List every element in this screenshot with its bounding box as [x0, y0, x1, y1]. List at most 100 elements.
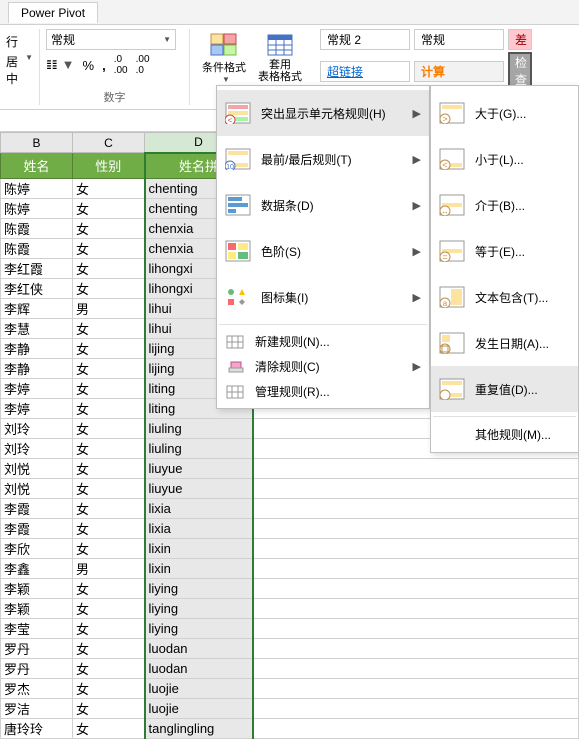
- cell-empty[interactable]: [253, 539, 579, 559]
- cell-name[interactable]: 李莹: [1, 619, 73, 639]
- cell-name[interactable]: 罗杰: [1, 679, 73, 699]
- cell-pinyin[interactable]: lixia: [145, 519, 253, 539]
- table-row[interactable]: 李颖女liying: [1, 599, 579, 619]
- cell-name[interactable]: 陈婷: [1, 199, 73, 219]
- table-row[interactable]: 唐玲玲女tanglingling: [1, 719, 579, 739]
- cell-gender[interactable]: 女: [73, 679, 145, 699]
- cell-name[interactable]: 李静: [1, 339, 73, 359]
- currency-icon[interactable]: 𝌮▼: [46, 57, 75, 73]
- cell-pinyin[interactable]: luojie: [145, 699, 253, 719]
- menu-clear-rules[interactable]: 清除规则(C) ▶: [217, 354, 429, 379]
- table-row[interactable]: 罗杰女luojie: [1, 679, 579, 699]
- cell-pinyin[interactable]: lixin: [145, 539, 253, 559]
- menu-less-than[interactable]: < 小于(L)...: [431, 136, 578, 182]
- cell-empty[interactable]: [253, 519, 579, 539]
- cell-gender[interactable]: 女: [73, 259, 145, 279]
- cell-name[interactable]: 罗洁: [1, 699, 73, 719]
- menu-top-bottom-rules[interactable]: 10 最前/最后规则(T) ▶: [217, 136, 429, 182]
- cell-gender[interactable]: 女: [73, 519, 145, 539]
- table-row[interactable]: 李莹女liying: [1, 619, 579, 639]
- decrease-decimal-icon[interactable]: .00.0: [136, 54, 150, 76]
- table-row[interactable]: 罗丹女luodan: [1, 659, 579, 679]
- cell-name[interactable]: 李颖: [1, 579, 73, 599]
- cell-name[interactable]: 李慧: [1, 319, 73, 339]
- cell-empty[interactable]: [253, 559, 579, 579]
- cell-pinyin[interactable]: luodan: [145, 659, 253, 679]
- cell-name[interactable]: 李辉: [1, 299, 73, 319]
- style-bad[interactable]: 差: [508, 29, 532, 50]
- cell-gender[interactable]: 女: [73, 659, 145, 679]
- cell-gender[interactable]: 男: [73, 299, 145, 319]
- menu-duplicate-values[interactable]: 重复值(D)...: [431, 366, 578, 412]
- comma-icon[interactable]: ,: [102, 58, 106, 73]
- menu-more-rules[interactable]: 其他规则(M)...: [431, 421, 578, 448]
- cell-gender[interactable]: 女: [73, 579, 145, 599]
- cell-pinyin[interactable]: liying: [145, 579, 253, 599]
- tab-power-pivot[interactable]: Power Pivot: [8, 2, 98, 23]
- cell-name[interactable]: 李霞: [1, 519, 73, 539]
- cell-pinyin[interactable]: liying: [145, 619, 253, 639]
- cell-name[interactable]: 刘悦: [1, 459, 73, 479]
- menu-text-contains[interactable]: a 文本包含(T)...: [431, 274, 578, 320]
- menu-icon-sets[interactable]: 图标集(I) ▶: [217, 274, 429, 320]
- cell-pinyin[interactable]: liuling: [145, 439, 253, 459]
- percent-icon[interactable]: %: [83, 58, 95, 73]
- cell-gender[interactable]: 女: [73, 699, 145, 719]
- cell-name[interactable]: 李婷: [1, 379, 73, 399]
- cell-name[interactable]: 刘悦: [1, 479, 73, 499]
- cell-gender[interactable]: 女: [73, 439, 145, 459]
- number-format-combo[interactable]: 常规 ▼: [46, 29, 176, 50]
- data-header-gender[interactable]: 性别: [73, 153, 145, 179]
- menu-new-rule[interactable]: 新建规则(N)...: [217, 329, 429, 354]
- align-center-label[interactable]: 居中: [6, 53, 19, 87]
- cell-name[interactable]: 陈霞: [1, 239, 73, 259]
- cell-name[interactable]: 李静: [1, 359, 73, 379]
- style-calculation[interactable]: 计算: [414, 61, 504, 82]
- increase-decimal-icon[interactable]: .0.00: [114, 54, 128, 76]
- cell-gender[interactable]: 男: [73, 559, 145, 579]
- cell-name[interactable]: 陈霞: [1, 219, 73, 239]
- cell-empty[interactable]: [253, 599, 579, 619]
- menu-highlight-cells-rules[interactable]: < 突出显示单元格规则(H) ▶: [217, 90, 429, 136]
- column-header-b[interactable]: B: [1, 133, 73, 153]
- cell-empty[interactable]: [253, 719, 579, 739]
- cell-name[interactable]: 李颖: [1, 599, 73, 619]
- menu-data-bars[interactable]: 数据条(D) ▶: [217, 182, 429, 228]
- table-row[interactable]: 李霞女lixia: [1, 519, 579, 539]
- cell-name[interactable]: 罗丹: [1, 659, 73, 679]
- cell-pinyin[interactable]: tanglingling: [145, 719, 253, 739]
- cell-name[interactable]: 唐玲玲: [1, 719, 73, 739]
- cell-name[interactable]: 刘玲: [1, 419, 73, 439]
- cell-empty[interactable]: [253, 619, 579, 639]
- cell-gender[interactable]: 女: [73, 399, 145, 419]
- cell-gender[interactable]: 女: [73, 539, 145, 559]
- column-header-c[interactable]: C: [73, 133, 145, 153]
- menu-color-scales[interactable]: 色阶(S) ▶: [217, 228, 429, 274]
- menu-between[interactable]: ↔ 介于(B)...: [431, 182, 578, 228]
- menu-equal-to[interactable]: = 等于(E)...: [431, 228, 578, 274]
- cell-gender[interactable]: 女: [73, 239, 145, 259]
- cell-gender[interactable]: 女: [73, 599, 145, 619]
- cell-gender[interactable]: 女: [73, 319, 145, 339]
- cell-pinyin[interactable]: liuyue: [145, 459, 253, 479]
- cell-pinyin[interactable]: lixin: [145, 559, 253, 579]
- table-row[interactable]: 刘悦女liuyue: [1, 479, 579, 499]
- cell-gender[interactable]: 女: [73, 619, 145, 639]
- cell-gender[interactable]: 女: [73, 719, 145, 739]
- cell-gender[interactable]: 女: [73, 199, 145, 219]
- cell-gender[interactable]: 女: [73, 279, 145, 299]
- cell-name[interactable]: 李欣: [1, 539, 73, 559]
- cell-name[interactable]: 陈婷: [1, 179, 73, 199]
- cell-name[interactable]: 刘玲: [1, 439, 73, 459]
- chevron-down-icon[interactable]: ▼: [25, 53, 33, 87]
- menu-manage-rules[interactable]: 管理规则(R)...: [217, 379, 429, 404]
- cell-pinyin[interactable]: liuyue: [145, 479, 253, 499]
- cell-name[interactable]: 李红霞: [1, 259, 73, 279]
- cell-pinyin[interactable]: liuling: [145, 419, 253, 439]
- cell-empty[interactable]: [253, 679, 579, 699]
- cell-pinyin[interactable]: luojie: [145, 679, 253, 699]
- table-row[interactable]: 李鑫男lixin: [1, 559, 579, 579]
- cell-empty[interactable]: [253, 659, 579, 679]
- cell-gender[interactable]: 女: [73, 359, 145, 379]
- cell-pinyin[interactable]: lixia: [145, 499, 253, 519]
